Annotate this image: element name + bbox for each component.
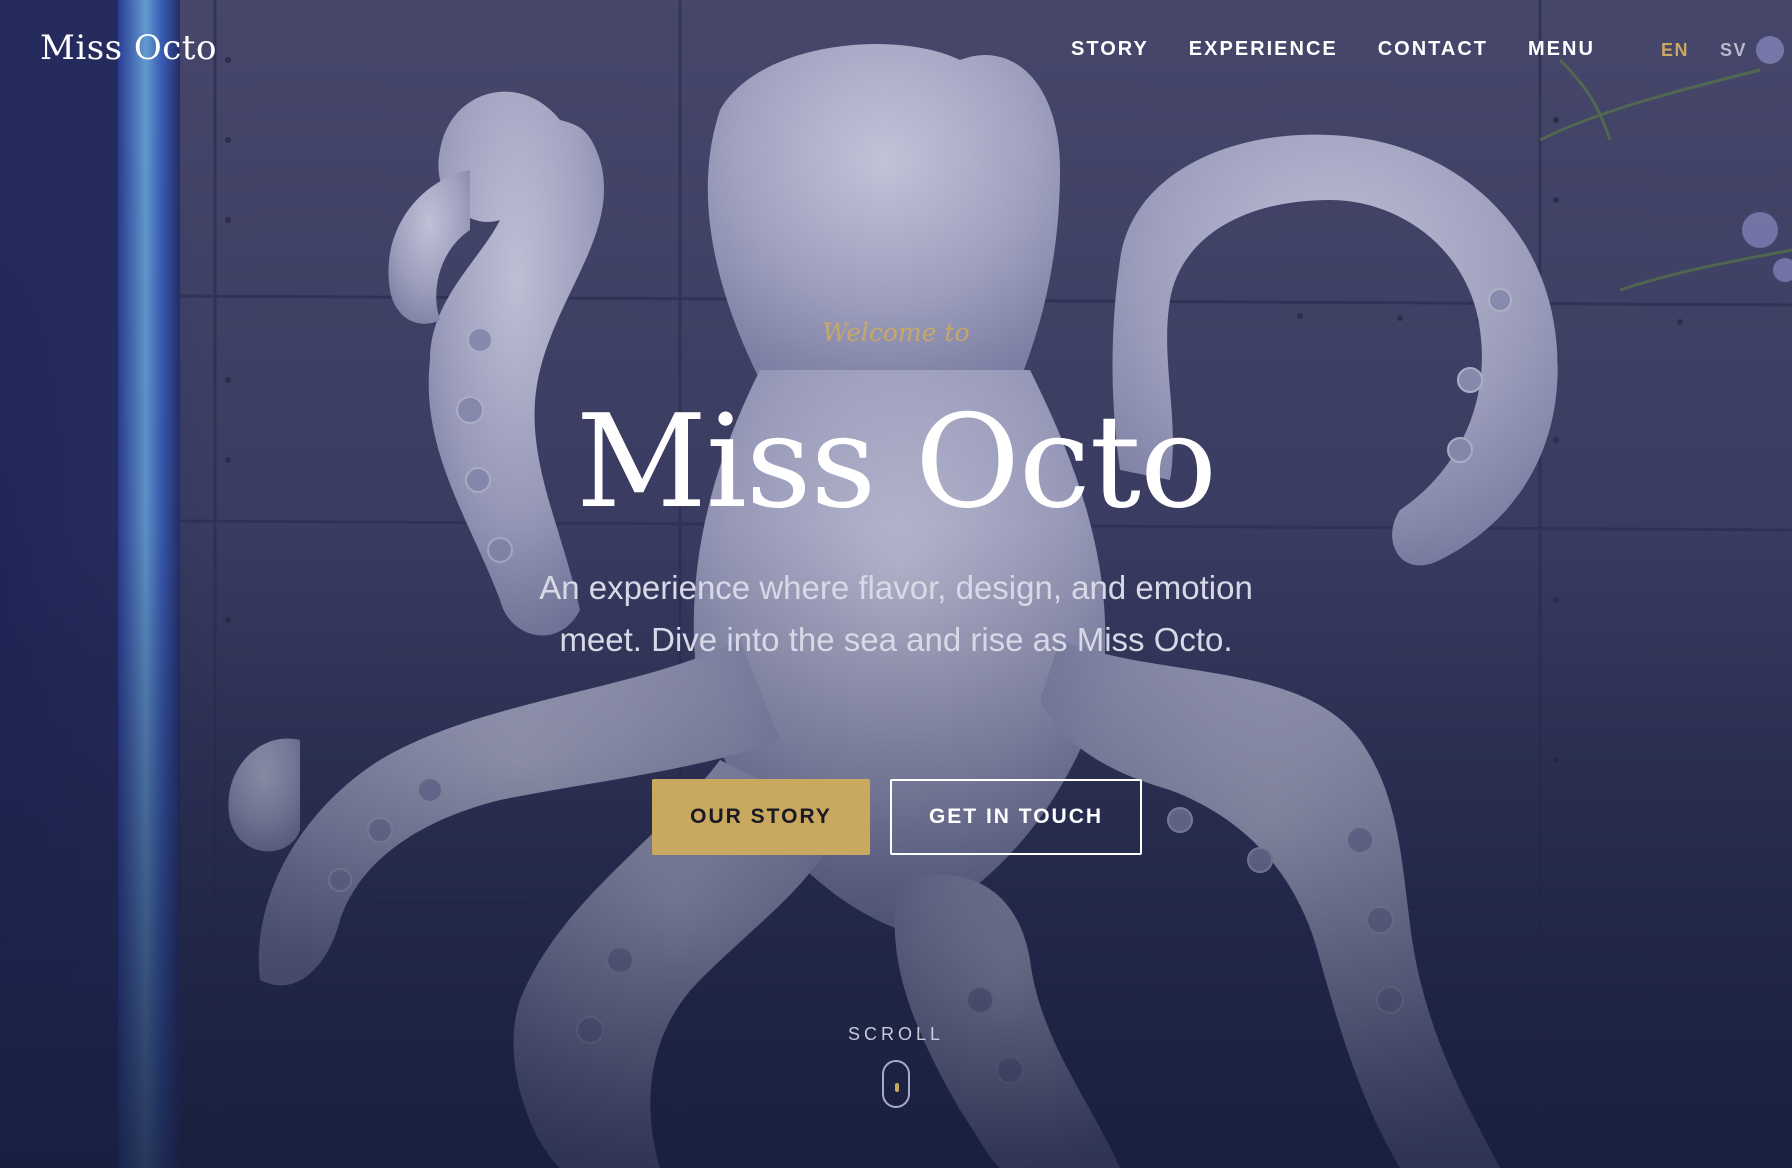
our-story-button[interactable]: OUR STORY [652,779,870,855]
nav-link-menu[interactable]: MENU [1528,38,1595,61]
nav-link-experience[interactable]: EXPERIENCE [1189,38,1338,61]
main-nav: STORY EXPERIENCE CONTACT MENU [1071,38,1595,61]
mouse-scroll-dot [895,1083,899,1092]
language-sv[interactable]: SV [1720,40,1747,61]
nav-link-contact[interactable]: CONTACT [1378,38,1488,61]
site-logo[interactable]: Miss Octo [40,28,217,68]
language-switcher: EN SV [1661,40,1747,61]
nav-link-story[interactable]: STORY [1071,38,1149,61]
hero-section: Miss Octo STORY EXPERIENCE CONTACT MENU … [0,0,1792,1168]
get-in-touch-button[interactable]: GET IN TOUCH [890,779,1142,855]
mouse-scroll-icon[interactable] [882,1060,910,1108]
hero-eyebrow: Welcome to [822,318,970,347]
hero-title: Miss Octo [575,388,1217,537]
hero-subtitle: An experience where flavor, design, and … [539,569,1253,658]
scroll-label: SCROLL [847,1024,945,1044]
language-en[interactable]: EN [1661,40,1689,61]
